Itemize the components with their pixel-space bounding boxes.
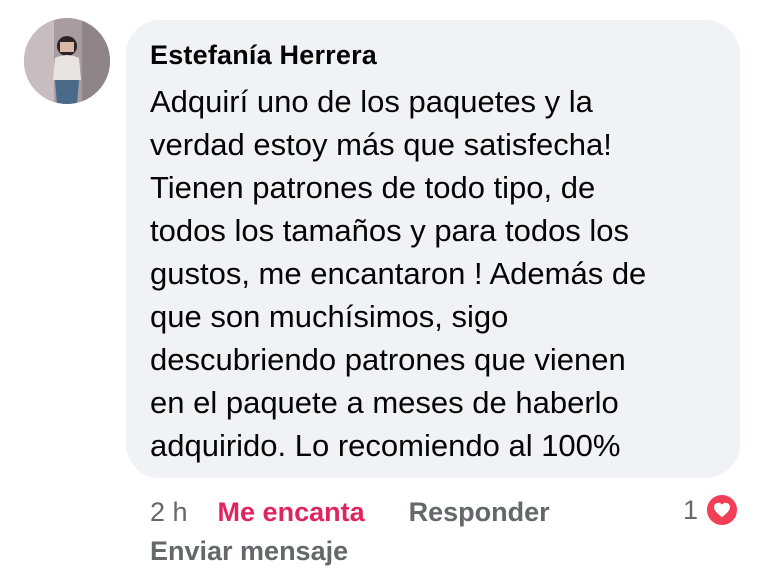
reaction-summary[interactable]: 1: [683, 492, 741, 528]
reply-button[interactable]: Responder: [409, 497, 550, 528]
comment-bubble: Estefanía Herrera Adquirí uno de los paq…: [126, 20, 740, 478]
heart-icon: [704, 492, 741, 528]
comment-line: Tienen patrones de todo tipo, de: [150, 170, 596, 205]
comment-actions: 2 h Me encanta Responder: [150, 494, 550, 530]
avatar-photo: [24, 18, 110, 104]
send-message-button[interactable]: Enviar mensaje: [150, 536, 348, 567]
timestamp[interactable]: 2 h: [150, 497, 188, 528]
comment-line: adquirido. Lo recomiendo al 100%: [150, 428, 621, 463]
love-reaction-button[interactable]: Me encanta: [218, 497, 365, 528]
comment-line: que son muchísimos, sigo: [150, 299, 509, 334]
comment-line: Adquirí uno de los paquetes y la: [150, 84, 593, 119]
author-name[interactable]: Estefanía Herrera: [150, 38, 716, 72]
comment-line: gustos, me encantaron ! Además de: [150, 256, 647, 291]
reaction-count: 1: [683, 494, 699, 525]
comment-line: descubriendo patrones que vienen: [150, 342, 626, 377]
comment-line: todos los tamaños y para todos los: [150, 213, 630, 248]
avatar[interactable]: [24, 18, 110, 104]
comment-line: verdad estoy más que satisfecha!: [150, 127, 612, 162]
comment: Estefanía Herrera Adquirí uno de los paq…: [0, 0, 768, 583]
comment-line: en el paquete a meses de haberlo: [150, 385, 619, 420]
comment-text: Adquirí uno de los paquetes y la verdad …: [150, 80, 710, 467]
